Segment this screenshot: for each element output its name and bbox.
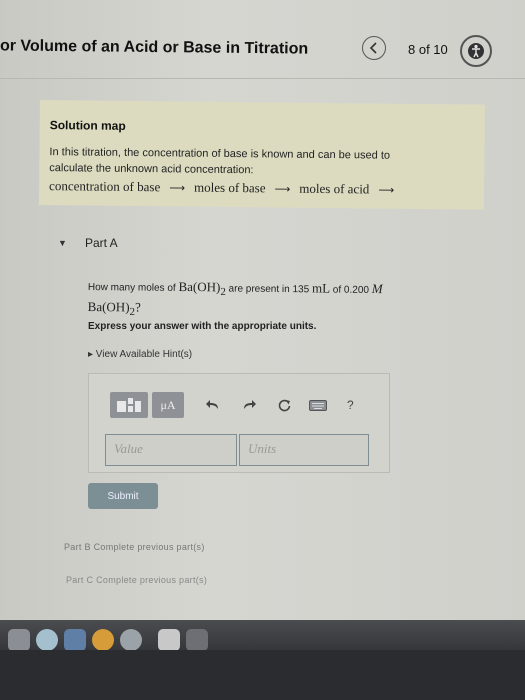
arrow-icon: ⟶ <box>169 182 186 195</box>
units-input[interactable]: Units <box>239 434 369 466</box>
view-hints-link[interactable]: ▸ View Available Hint(s) <box>88 349 192 360</box>
solution-map-text-line-2: calculate the unknown acid concentration… <box>49 162 254 177</box>
accessibility-icon <box>468 43 484 59</box>
reset-icon <box>278 399 291 411</box>
question-text: How many moles of Ba(OH)2 are present in… <box>88 278 478 323</box>
question-fragment: are present in 135 <box>228 283 310 296</box>
submit-button[interactable]: Submit <box>88 483 158 509</box>
assignment-header: or Volume of an Acid or Base in Titratio… <box>0 30 525 79</box>
formula-text: Ba(OH) <box>178 278 221 295</box>
solution-map-chain: concentration of base ⟶ moles of base ⟶ mole… <box>49 178 403 198</box>
value-input[interactable]: Value <box>105 434 237 466</box>
chain-step: moles of acid <box>299 180 370 197</box>
notes-app-icon[interactable] <box>186 629 208 650</box>
solution-map-text-line-1: In this titration, the concentration of … <box>49 146 391 162</box>
chain-step: moles of base <box>193 179 266 196</box>
settings-app-icon[interactable] <box>120 629 142 650</box>
keyboard-icon <box>309 399 327 411</box>
redo-icon <box>244 400 256 409</box>
solution-map-box: Solution map In this titration, the conc… <box>38 100 485 210</box>
reset-button[interactable] <box>278 399 291 412</box>
finder-app-icon[interactable] <box>8 629 30 650</box>
question-fragment: of 0.200 <box>332 284 370 296</box>
arrow-icon: ⟶ <box>378 184 395 197</box>
page-counter: 8 of 10 <box>408 42 448 57</box>
templates-icon <box>117 398 141 412</box>
chain-step: concentration of base <box>49 178 161 195</box>
next-item-button[interactable] <box>460 35 492 67</box>
answer-toolbar: μA ? <box>110 391 360 419</box>
browser-screen: or Volume of an Acid or Base in Titratio… <box>0 0 525 650</box>
chrome-app-icon[interactable] <box>36 629 58 650</box>
undo-button[interactable] <box>206 399 220 411</box>
part-b-locked: Part B Complete previous part(s) <box>64 542 205 552</box>
part-a-label[interactable]: Part A <box>85 236 118 250</box>
unit-text: mL <box>311 280 331 296</box>
compound-formula: Ba(OH)2? <box>87 298 141 318</box>
calendar-app-icon[interactable] <box>158 629 180 650</box>
units-palette-button[interactable]: μA <box>152 392 184 418</box>
assignment-title: or Volume of an Acid or Base in Titratio… <box>0 37 309 58</box>
part-c-locked: Part C Complete previous part(s) <box>66 575 208 585</box>
redo-button[interactable] <box>242 399 256 411</box>
arrow-icon: ⟶ <box>274 183 291 196</box>
solution-map-title: Solution map <box>49 118 126 133</box>
unit-text: M <box>371 280 383 297</box>
answer-input-panel: μA ? Value Units <box>88 373 390 473</box>
undo-icon <box>206 400 218 409</box>
question-mark: ? <box>134 299 141 315</box>
chevron-left-icon <box>369 42 377 54</box>
formula-text: Ba(OH) <box>87 298 130 315</box>
mail-app-icon[interactable] <box>64 629 86 650</box>
part-a-collapse-toggle[interactable]: ▼ <box>58 238 67 248</box>
photos-app-icon[interactable] <box>92 629 114 650</box>
compound-formula: Ba(OH)2 <box>178 278 225 298</box>
formula-subscript: 2 <box>220 285 226 299</box>
question-fragment: How many moles of <box>87 281 176 294</box>
previous-item-button[interactable] <box>362 36 386 60</box>
taskbar-dock <box>0 620 525 650</box>
keyboard-button[interactable] <box>309 399 327 411</box>
help-icon[interactable]: ? <box>347 398 354 412</box>
templates-button[interactable] <box>110 392 148 418</box>
answer-instructions: Express your answer with the appropriate… <box>88 321 317 332</box>
